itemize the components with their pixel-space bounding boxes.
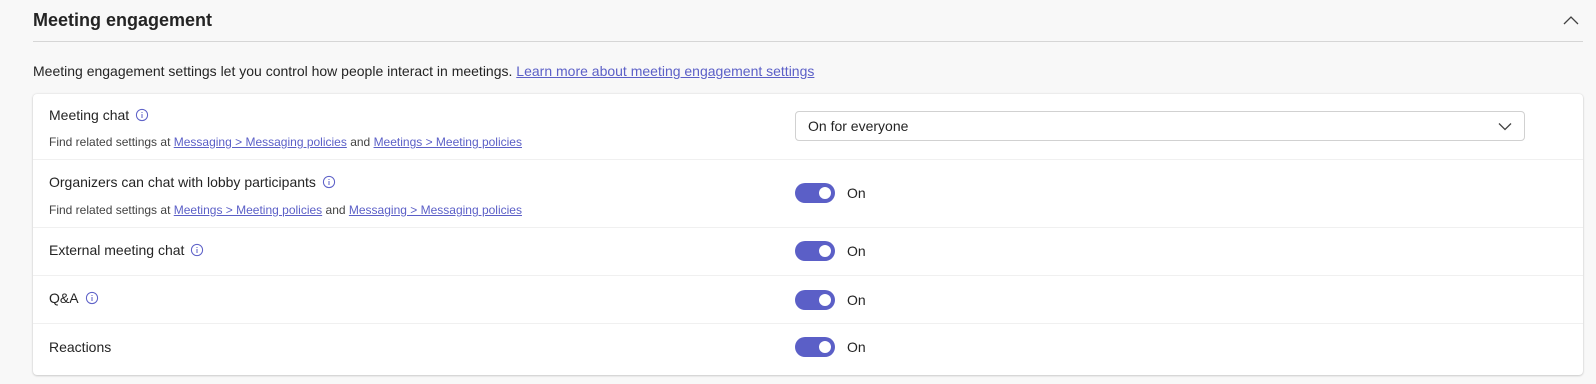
reactions-toggle-group: On bbox=[795, 337, 866, 357]
setting-label-reactions: Reactions bbox=[49, 339, 112, 355]
setting-row-qa: Q&A On bbox=[33, 276, 1583, 324]
setting-row-meeting-chat: Meeting chat Find related settings at Me… bbox=[33, 94, 1583, 160]
setting-label-qa: Q&A bbox=[49, 290, 99, 306]
section-header: Meeting engagement bbox=[33, 0, 1583, 42]
settings-card: Meeting chat Find related settings at Me… bbox=[33, 94, 1583, 375]
setting-row-reactions: Reactions On bbox=[33, 324, 1583, 375]
toggle-state-label: On bbox=[847, 339, 866, 355]
info-icon[interactable] bbox=[135, 108, 149, 122]
description-text: Meeting engagement settings let you cont… bbox=[33, 63, 513, 79]
messaging-policies-link[interactable]: Messaging > Messaging policies bbox=[349, 203, 522, 217]
info-icon[interactable] bbox=[322, 175, 336, 189]
external-chat-toggle[interactable] bbox=[795, 241, 835, 261]
chevron-up-icon bbox=[1563, 12, 1579, 30]
meeting-policies-link[interactable]: Meetings > Meeting policies bbox=[374, 135, 522, 149]
dropdown-selected-value: On for everyone bbox=[808, 118, 909, 134]
external-chat-toggle-group: On bbox=[795, 241, 866, 261]
toggle-state-label: On bbox=[847, 185, 866, 201]
info-icon[interactable] bbox=[190, 243, 204, 257]
meeting-policies-link[interactable]: Meetings > Meeting policies bbox=[174, 203, 322, 217]
toggle-knob bbox=[819, 341, 831, 353]
setting-row-external-chat: External meeting chat On bbox=[33, 228, 1583, 276]
setting-label-lobby-chat: Organizers can chat with lobby participa… bbox=[49, 174, 336, 190]
setting-label-meeting-chat: Meeting chat bbox=[49, 107, 149, 123]
toggle-knob bbox=[819, 294, 831, 306]
info-icon[interactable] bbox=[85, 291, 99, 305]
learn-more-link[interactable]: Learn more about meeting engagement sett… bbox=[516, 63, 814, 79]
setting-row-lobby-chat: Organizers can chat with lobby participa… bbox=[33, 160, 1583, 228]
toggle-knob bbox=[819, 187, 831, 199]
lobby-chat-toggle-group: On bbox=[795, 183, 866, 203]
related-settings-meeting-chat: Find related settings at Messaging > Mes… bbox=[49, 135, 522, 149]
setting-label-external-chat: External meeting chat bbox=[49, 242, 204, 258]
chevron-down-icon bbox=[1498, 118, 1512, 134]
collapse-button[interactable] bbox=[1557, 7, 1585, 35]
toggle-state-label: On bbox=[847, 292, 866, 308]
toggle-knob bbox=[819, 245, 831, 257]
messaging-policies-link[interactable]: Messaging > Messaging policies bbox=[174, 135, 347, 149]
related-settings-lobby-chat: Find related settings at Meetings > Meet… bbox=[49, 203, 522, 217]
section-description: Meeting engagement settings let you cont… bbox=[33, 63, 814, 79]
reactions-toggle[interactable] bbox=[795, 337, 835, 357]
qa-toggle-group: On bbox=[795, 290, 866, 310]
qa-toggle[interactable] bbox=[795, 290, 835, 310]
meeting-chat-dropdown[interactable]: On for everyone bbox=[795, 111, 1525, 141]
lobby-chat-toggle[interactable] bbox=[795, 183, 835, 203]
page: Meeting engagement Meeting engagement se… bbox=[0, 0, 1596, 384]
toggle-state-label: On bbox=[847, 243, 866, 259]
section-title: Meeting engagement bbox=[33, 9, 213, 30]
